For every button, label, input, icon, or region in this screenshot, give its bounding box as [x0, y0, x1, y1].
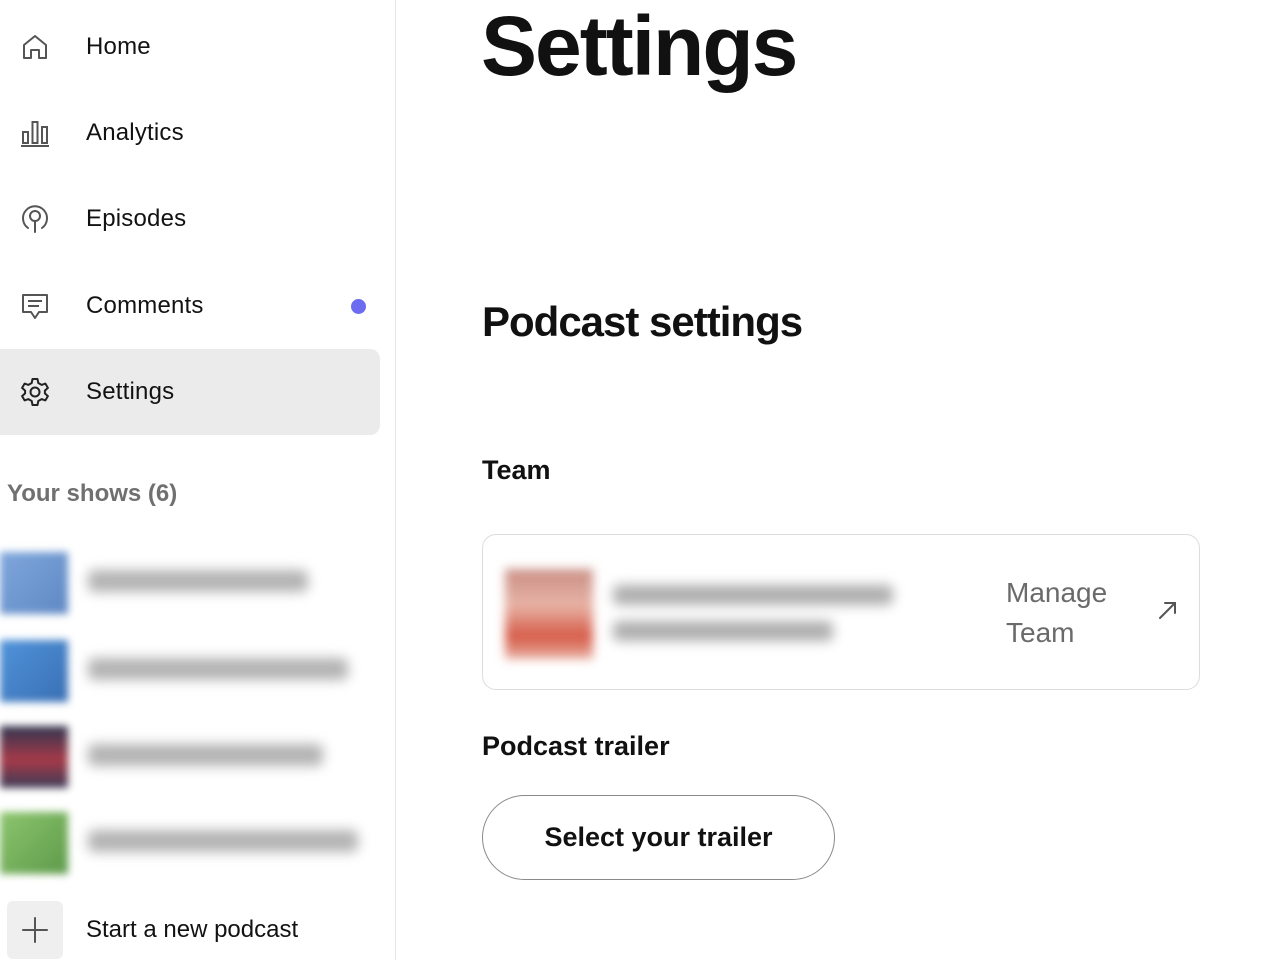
- notification-dot: [351, 298, 366, 314]
- plus-icon: [7, 901, 63, 959]
- nav-label-home: Home: [86, 33, 151, 60]
- nav-label-episodes: Episodes: [86, 205, 187, 232]
- nav-item-episodes[interactable]: Episodes: [0, 176, 380, 262]
- home-icon: [18, 30, 52, 64]
- nav-item-analytics[interactable]: Analytics: [0, 90, 380, 176]
- show-name-redacted: [88, 570, 308, 592]
- show-artwork: [0, 640, 68, 702]
- nav-item-settings[interactable]: Settings: [0, 349, 380, 435]
- show-item[interactable]: [0, 722, 380, 792]
- show-name-redacted: [88, 744, 323, 766]
- external-link-icon[interactable]: [1157, 599, 1179, 621]
- show-item[interactable]: [0, 636, 380, 706]
- show-artwork: [0, 552, 68, 614]
- start-new-podcast-label: Start a new podcast: [86, 916, 299, 943]
- bar-chart-icon: [18, 116, 52, 150]
- show-artwork: [0, 726, 68, 788]
- podcast-icon: [18, 202, 52, 236]
- nav-label-comments: Comments: [86, 292, 204, 319]
- team-podcast-artwork: [505, 569, 593, 659]
- select-trailer-button[interactable]: Select your trailer: [482, 795, 835, 880]
- podcast-trailer-heading: Podcast trailer: [482, 731, 670, 761]
- gear-icon: [18, 375, 52, 409]
- team-name-redacted: [613, 585, 893, 605]
- nav-item-comments[interactable]: Comments: [0, 263, 380, 349]
- page-title: Settings: [481, 0, 798, 93]
- team-card: Manage Team: [482, 534, 1200, 690]
- show-item[interactable]: [0, 808, 380, 878]
- show-name-redacted: [88, 830, 358, 852]
- comment-icon: [18, 289, 52, 323]
- show-artwork: [0, 812, 68, 874]
- start-new-podcast-button[interactable]: Start a new podcast: [7, 901, 347, 959]
- team-heading: Team: [482, 455, 551, 485]
- section-title: Podcast settings: [482, 298, 803, 345]
- team-detail-redacted: [613, 621, 833, 641]
- manage-team-link[interactable]: Manage Team: [1006, 573, 1126, 653]
- your-shows-heading: Your shows (6): [7, 480, 178, 507]
- nav-label-analytics: Analytics: [86, 119, 184, 146]
- nav-label-settings: Settings: [86, 378, 175, 405]
- show-item[interactable]: [0, 548, 380, 618]
- main-content: Settings Podcast settings Team Manage Te…: [396, 0, 1284, 960]
- nav-item-home[interactable]: Home: [0, 4, 380, 90]
- show-name-redacted: [88, 658, 348, 680]
- sidebar: Home Analytics Episodes Comments Setting…: [0, 0, 396, 960]
